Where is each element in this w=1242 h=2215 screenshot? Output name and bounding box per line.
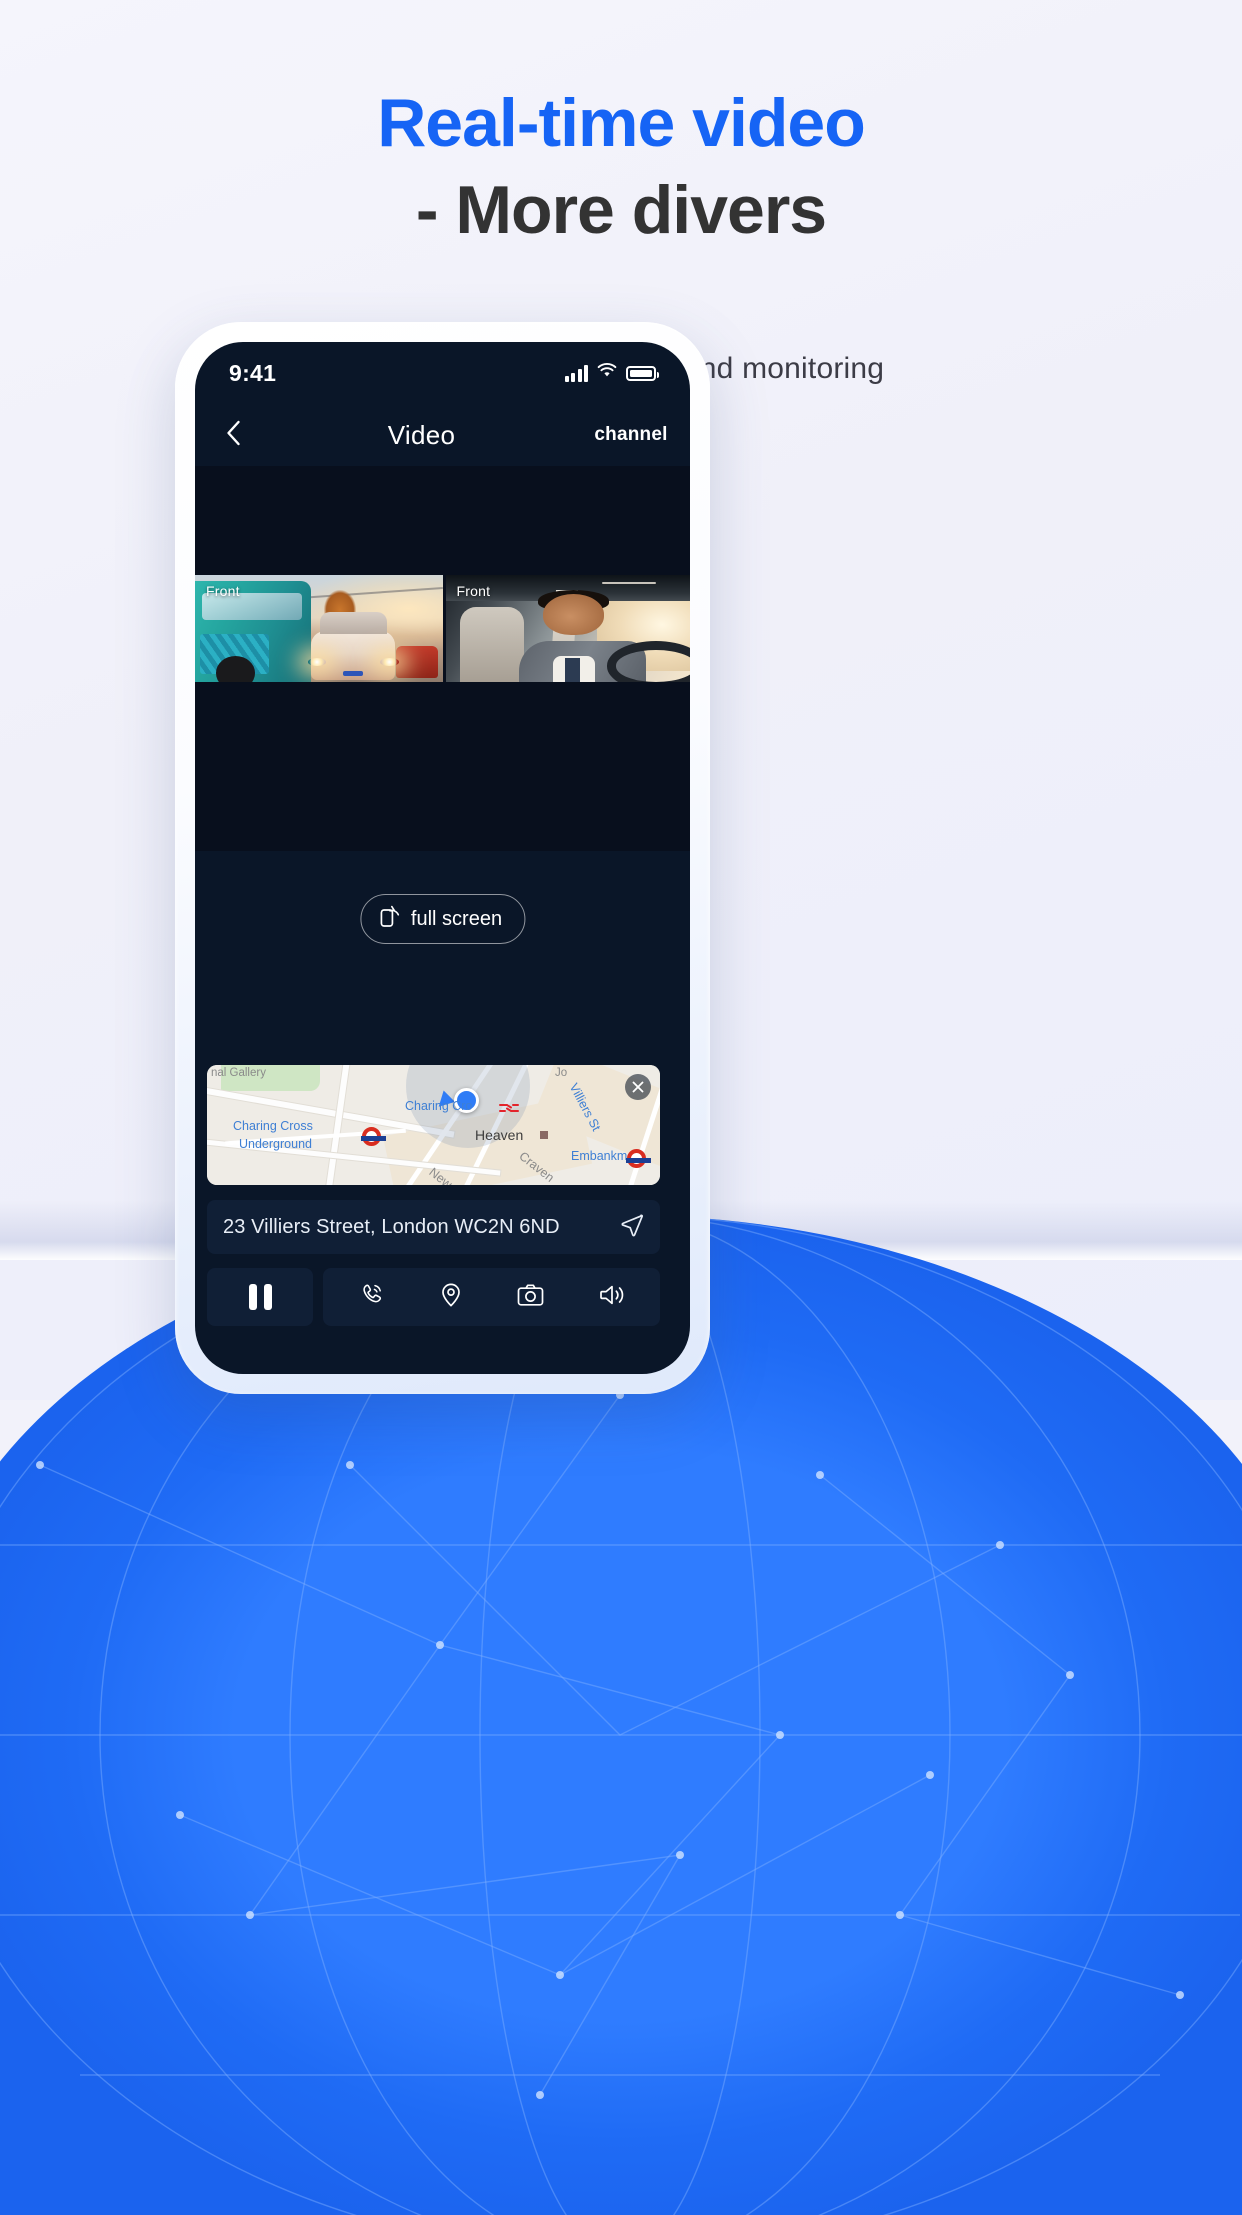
video-tile-label: Front — [456, 583, 491, 599]
phone-screen: 9:41 Video channel Front Front full scre… — [195, 342, 690, 1374]
video-area: Front Front — [195, 466, 690, 851]
pause-button[interactable] — [207, 1268, 313, 1326]
chevron-left-icon — [226, 420, 241, 451]
video-tile[interactable]: Front — [442, 575, 690, 682]
battery-full-icon — [626, 365, 659, 381]
snapshot-button[interactable] — [517, 1283, 544, 1312]
map-label: nal Gallery — [211, 1067, 266, 1079]
london-underground-roundel-icon — [626, 1149, 651, 1168]
back-button[interactable] — [195, 420, 271, 451]
status-bar-time: 9:41 — [229, 359, 277, 386]
video-tile-label: Front — [206, 583, 240, 599]
speaker-icon — [599, 1283, 625, 1312]
close-icon[interactable] — [625, 1074, 651, 1100]
status-bar-icons — [564, 363, 659, 383]
location-button[interactable] — [439, 1282, 463, 1313]
map-label: Underground — [239, 1137, 312, 1151]
cellular-signal-icon — [564, 364, 588, 382]
call-button[interactable] — [358, 1282, 384, 1313]
map-label: Jo — [555, 1067, 568, 1079]
hero-headline: Real-time video - More divers — [0, 86, 1242, 248]
page-title: Video — [387, 419, 456, 450]
phone-mockup: 9:41 Video channel Front Front full scre… — [175, 322, 710, 1394]
action-buttons-group — [323, 1268, 660, 1326]
audio-button[interactable] — [599, 1283, 625, 1312]
map-label: Charing Cross — [233, 1119, 313, 1133]
national-rail-icon — [499, 1101, 519, 1115]
rotate-device-icon — [379, 904, 401, 934]
headline-line-2: - More divers — [415, 171, 827, 248]
wifi-icon — [597, 363, 617, 383]
headline-line-1: Real-time video — [377, 85, 866, 161]
pause-icon — [248, 1284, 257, 1310]
map-label: Charing Cro — [405, 1099, 473, 1113]
location-pin-icon — [439, 1282, 463, 1313]
playback-toolbar — [207, 1268, 660, 1326]
channel-button[interactable]: channel — [572, 424, 690, 446]
video-tile-grid: Front Front — [195, 575, 690, 682]
full-screen-button[interactable]: full screen — [359, 894, 526, 944]
camera-icon — [517, 1283, 544, 1312]
map-canvas: nal Gallery Jo Charing Cross Underground… — [207, 1065, 660, 1185]
video-tile[interactable]: Front — [195, 575, 443, 682]
london-underground-roundel-icon — [361, 1127, 386, 1146]
full-screen-label: full screen — [410, 907, 503, 930]
nav-bar: Video channel — [195, 404, 690, 466]
address-text: 23 Villiers Street, London WC2N 6ND — [223, 1215, 560, 1238]
navigate-arrow-icon[interactable] — [620, 1213, 644, 1242]
poi-square-marker — [540, 1131, 548, 1139]
map-label: Heaven — [475, 1127, 524, 1143]
status-bar: 9:41 — [195, 342, 690, 404]
phone-call-icon — [358, 1282, 384, 1313]
address-bar[interactable]: 23 Villiers Street, London WC2N 6ND — [207, 1200, 660, 1254]
map-card[interactable]: nal Gallery Jo Charing Cross Underground… — [207, 1065, 660, 1185]
